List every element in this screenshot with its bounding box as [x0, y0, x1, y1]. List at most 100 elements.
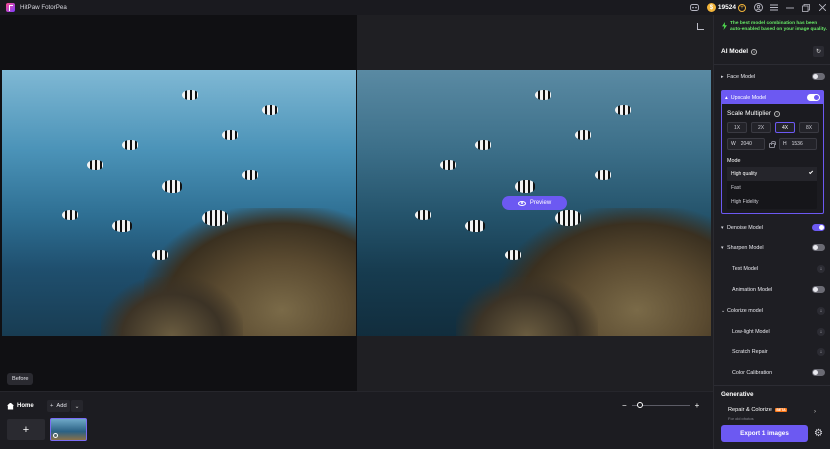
fish [555, 210, 581, 226]
download-icon[interactable]: ↓ [817, 306, 825, 315]
discord-icon[interactable] [687, 0, 703, 15]
zoom-slider[interactable] [631, 402, 690, 408]
color-calibration-toggle[interactable] [812, 369, 825, 376]
lock-icon[interactable] [769, 140, 776, 148]
reef-left [101, 277, 243, 336]
scratch-repair-label: Scratch Repair [732, 348, 768, 355]
minimize-icon[interactable] [782, 0, 798, 15]
close-icon[interactable] [814, 0, 830, 15]
info-icon[interactable]: i [751, 48, 758, 55]
repair-colorize-item[interactable]: Repair & Colorize BETA [728, 407, 788, 413]
notice-text: The best model combination has been auto… [730, 21, 827, 33]
mode-option-fast[interactable]: Fast [727, 181, 817, 195]
ai-model-heading: AI Model i [721, 48, 758, 55]
app-logo-icon [6, 3, 15, 12]
color-calibration-row[interactable]: Color Calibration [721, 366, 825, 379]
divider [714, 385, 830, 386]
height-label: H [783, 141, 787, 147]
fish [242, 170, 258, 180]
scale-2x-button[interactable]: 2X [751, 122, 771, 133]
download-icon[interactable]: ↓ [817, 264, 825, 273]
coin-icon: $ [706, 3, 716, 12]
add-button[interactable]: + Add [47, 400, 70, 412]
bottom-bar: Home + Add ⌄ + − + [0, 391, 713, 449]
fish [152, 250, 168, 260]
fish [440, 160, 456, 170]
fish [515, 180, 535, 193]
info-icon[interactable] [53, 433, 58, 438]
colorize-model-row[interactable]: ⌄ Colorize model ↓ [721, 304, 825, 317]
zoom-in-button[interactable]: + [695, 401, 700, 410]
export-button[interactable]: Export 1 images [721, 425, 808, 442]
download-icon[interactable]: ↓ [817, 327, 825, 336]
scratch-repair-row[interactable]: Scratch Repair ↓ [721, 345, 825, 358]
scale-multiplier-title: Scale Multiplier [727, 110, 772, 117]
before-pane: Before [0, 15, 356, 391]
credits-display[interactable]: $ 19524 + [705, 2, 748, 13]
chevron-right-icon[interactable]: › [814, 409, 816, 415]
lowlight-model-row[interactable]: Low-light Model ↓ [721, 325, 825, 338]
mode-option-high-fidelity[interactable]: High Fidelity [727, 195, 817, 209]
mode-label: Mode [727, 158, 741, 164]
animation-model-label: Animation Model [732, 286, 773, 293]
animation-model-row[interactable]: Animation Model [721, 283, 825, 296]
sharpen-model-label: Sharpen Model [727, 244, 764, 251]
face-model-label: Face Model [727, 73, 756, 80]
chevron-down-icon: ⌄ [74, 403, 80, 410]
menu-icon[interactable] [766, 0, 782, 15]
denoise-model-toggle[interactable] [812, 224, 825, 231]
scale-4x-button[interactable]: 4X [775, 122, 795, 133]
mode-option-high-quality[interactable]: High quality [727, 167, 817, 181]
fish [122, 140, 138, 150]
scale-1x-button[interactable]: 1X [727, 122, 747, 133]
before-label[interactable]: Before [7, 373, 34, 385]
home-tab[interactable]: Home [7, 400, 34, 412]
before-image [2, 70, 356, 336]
gear-icon[interactable]: ⚙ [813, 428, 824, 439]
width-field[interactable]: W 2040 [727, 138, 765, 150]
face-model-toggle[interactable] [812, 73, 825, 80]
fish [262, 105, 278, 115]
restore-icon[interactable] [798, 0, 814, 15]
repair-colorize-label: Repair & Colorize [728, 407, 772, 413]
upscale-model-header[interactable]: ▴ Upscale Model [722, 91, 823, 104]
denoise-model-row[interactable]: ▾ Denoise Model [721, 221, 825, 234]
download-icon[interactable]: ↓ [817, 347, 825, 356]
reef-left [456, 277, 598, 336]
beta-badge: BETA [774, 408, 788, 412]
generative-heading: Generative [721, 391, 754, 398]
zoom-control: − + [622, 401, 699, 410]
repair-colorize-subtitle: For old photos [728, 416, 754, 420]
zoom-slider-handle[interactable] [637, 402, 644, 408]
user-icon[interactable] [750, 0, 766, 15]
app-title: HitPaw FotorPea [20, 4, 67, 11]
add-dropdown-button[interactable]: ⌄ [71, 400, 83, 412]
crop-icon[interactable] [697, 23, 704, 30]
animation-model-toggle[interactable] [812, 286, 825, 293]
add-credits-icon[interactable]: + [738, 3, 746, 12]
check-icon [808, 169, 814, 175]
fish [575, 130, 591, 140]
info-icon[interactable]: i [774, 110, 781, 117]
reset-button[interactable]: ↻ [813, 46, 824, 57]
divider [714, 64, 830, 65]
sharpen-model-toggle[interactable] [812, 244, 825, 251]
preview-button[interactable]: Preview [502, 196, 567, 210]
sharpen-model-row[interactable]: ▾ Sharpen Model [721, 241, 825, 254]
image-canvas: Before Preview [0, 15, 713, 391]
text-model-label: Text Model [732, 265, 759, 272]
scale-8x-button[interactable]: 8X [799, 122, 819, 133]
upscale-model-toggle[interactable] [807, 94, 820, 101]
width-value: 2040 [740, 141, 752, 147]
denoise-model-label: Denoise Model [727, 224, 763, 231]
mode-option-label: Fast [731, 185, 741, 191]
plus-icon: + [22, 423, 30, 436]
fish [87, 160, 103, 170]
image-thumbnail[interactable] [50, 418, 87, 441]
height-field[interactable]: H 1536 [779, 138, 817, 150]
text-model-row[interactable]: Text Model ↓ [721, 262, 825, 275]
zoom-out-button[interactable]: − [622, 401, 627, 410]
upscale-model-label: Upscale Model [730, 94, 767, 101]
face-model-row[interactable]: ▸ Face Model [721, 70, 825, 83]
add-image-button[interactable]: + [7, 419, 45, 440]
